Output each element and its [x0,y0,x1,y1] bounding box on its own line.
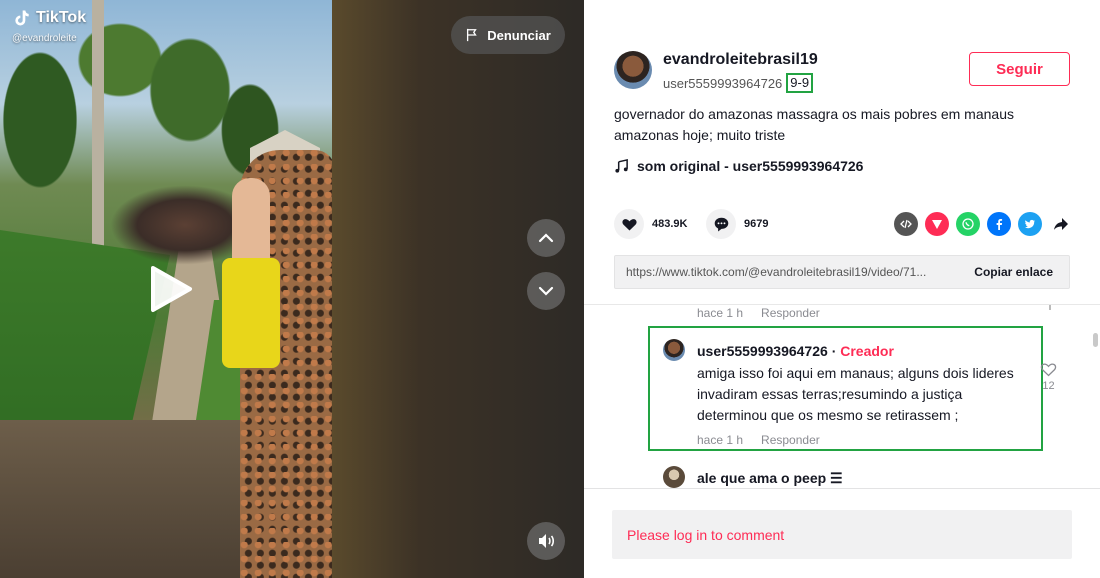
phone-bubble-glyph [962,218,974,230]
like-button[interactable] [614,209,644,239]
comment-like-count: 12 [1042,380,1055,392]
author-username: user5559993964726 [663,75,783,91]
copy-link-box: https://www.tiktok.com/@evandroleitebras… [614,255,1070,289]
comments-list[interactable]: hace 1 h Responder user5559993964726 · C… [584,304,1100,488]
copy-link-button[interactable]: Copiar enlace [962,265,1069,279]
comment-meta: hace 1 h Responder [697,433,820,447]
play-icon[interactable] [149,265,193,313]
list-divider-tick [1049,305,1051,310]
comments-scrollbar[interactable] [1093,333,1098,347]
video-player[interactable]: TikTok @evandroleite Denunciar [0,0,584,578]
tiktok-logo-icon [15,10,29,26]
heart-outline-icon [1040,363,1057,377]
post-date: 9-9 [786,73,814,93]
volume-icon [539,534,555,548]
video-scene-bag [222,258,280,368]
video-scene-pole [92,0,104,250]
embed-icon[interactable] [894,212,918,236]
whatsapp-icon[interactable] [956,212,980,236]
like-count: 483.9K [652,218,688,230]
music-note-icon [615,158,628,173]
tiktok-brand-text: TikTok [36,9,87,26]
follow-button[interactable]: Seguir [969,52,1070,86]
previous-video-button[interactable] [527,219,565,257]
report-label: Denunciar [487,27,551,43]
share-icons-row [894,212,1073,236]
video-scene-ground [0,420,250,578]
comment-count: 9679 [744,218,769,230]
comment-footer: Please log in to comment [584,488,1100,578]
like-stat[interactable]: 483.9K [614,209,687,239]
chevron-down-icon [538,286,554,296]
report-button[interactable]: Denunciar [451,16,565,54]
comment-username[interactable]: ale que ama o peep ☰ [697,470,843,487]
comment-time: hace 1 h [697,306,744,320]
comment-text: amiga isso foi aqui em manaus; alguns do… [697,365,1014,423]
twitter-icon[interactable] [1018,212,1042,236]
reply-button[interactable]: Responder [761,433,820,447]
music-link[interactable]: som original - user5559993964726 [614,158,863,174]
comment-author: user5559993964726 · Creador [697,343,894,359]
bird-glyph [1025,219,1035,229]
facebook-f-glyph [996,219,1003,230]
login-to-comment[interactable]: Please log in to comment [612,510,1072,559]
comment-bubble-icon [714,217,728,231]
reply-button[interactable]: Responder [761,306,820,320]
comment-username[interactable]: user5559993964726 [697,343,828,359]
next-video-button[interactable] [527,272,565,310]
paper-plane-glyph [932,220,942,229]
creator-badge: Creador [840,343,894,359]
comment-like[interactable]: 12 [1040,361,1057,392]
author-display-name[interactable]: evandroleitebrasil19 [663,51,818,69]
watermark-handle: @evandroleite [12,33,77,44]
tiktok-watermark: TikTok [12,8,86,28]
previous-comment-meta: hace 1 h Responder [697,306,820,320]
facebook-icon[interactable] [987,212,1011,236]
video-info-panel: evandroleitebrasil19 user5559993964726 9… [584,0,1100,578]
heart-icon [621,218,637,230]
comment-avatar[interactable] [663,339,685,361]
share-arrow-glyph [1054,218,1068,230]
author-subtitle: user5559993964726 9-9 [663,73,814,93]
comment-stat[interactable]: 9679 [706,209,768,239]
video-link[interactable]: https://www.tiktok.com/@evandroleitebras… [615,265,962,279]
comment-button[interactable] [706,209,736,239]
tiktok-video-page: TikTok @evandroleite Denunciar evandrole… [0,0,1100,578]
code-brackets-glyph [900,219,912,229]
comment-separator: · [831,343,837,359]
comment-time: hace 1 h [697,433,744,447]
music-title: som original - user5559993964726 [637,158,864,174]
volume-button[interactable] [527,522,565,560]
comment-avatar[interactable] [663,466,685,488]
video-description: governador do amazonas massagra os mais … [614,106,1014,143]
author-avatar[interactable] [614,51,652,89]
send-icon[interactable] [925,212,949,236]
share-arrow-icon[interactable] [1049,212,1073,236]
flag-icon [467,28,477,42]
chevron-up-icon [538,233,554,243]
